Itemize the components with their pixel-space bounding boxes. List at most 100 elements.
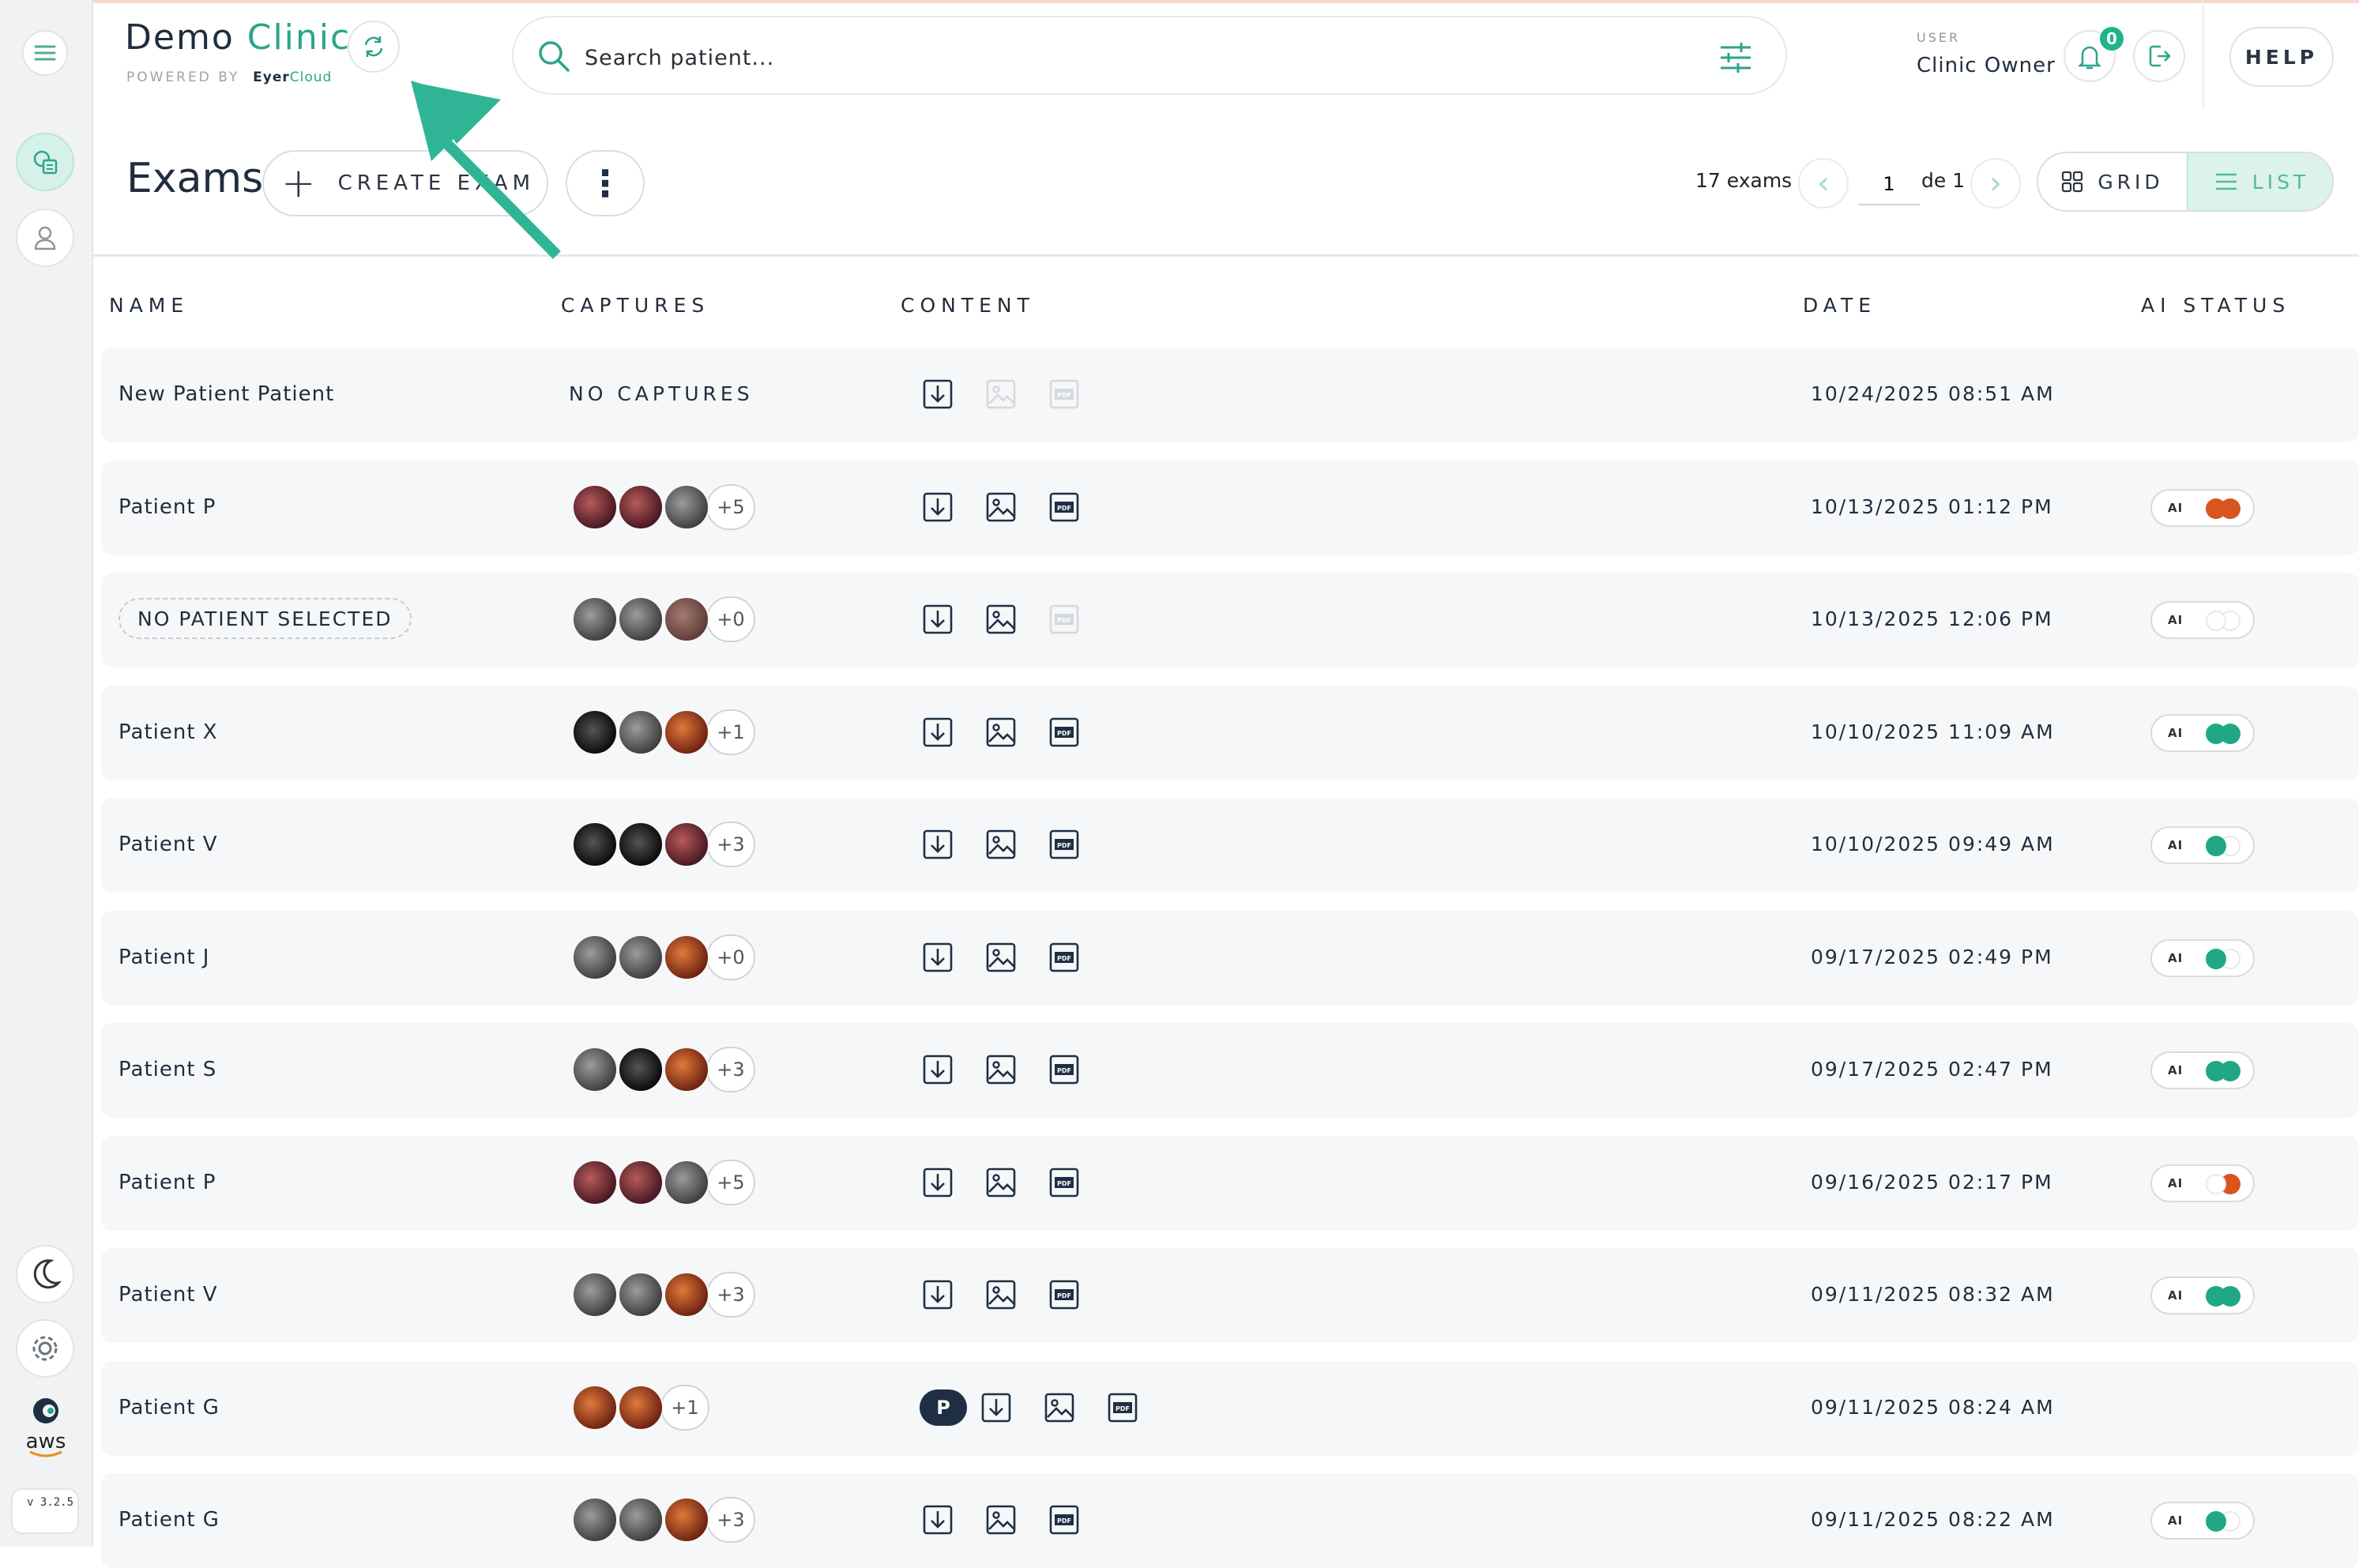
capture-thumbnail[interactable] — [572, 709, 618, 755]
create-exam-button[interactable]: + CREATE EXAM — [262, 150, 548, 216]
search-input[interactable] — [583, 39, 1613, 76]
capture-thumbnail[interactable] — [664, 484, 709, 530]
image-icon[interactable] — [983, 714, 1019, 750]
page-input[interactable] — [1858, 164, 1920, 205]
capture-thumbnail[interactable] — [618, 1385, 664, 1431]
pdf-icon[interactable]: PDF — [1104, 1389, 1141, 1426]
table-row[interactable]: New Patient Patient NO CAPTURES PDF 10/24/2… — [101, 348, 2359, 442]
image-icon[interactable] — [983, 601, 1019, 637]
capture-thumbnail[interactable] — [572, 484, 618, 530]
prev-page-button[interactable]: ‹ — [1798, 158, 1849, 209]
capture-thumbnail[interactable] — [664, 1497, 709, 1543]
captures-more-count[interactable]: +3 — [706, 822, 755, 867]
ai-status-indicator[interactable]: AI — [2150, 939, 2255, 977]
capture-thumbnail[interactable] — [572, 1272, 618, 1318]
ai-status-indicator[interactable]: AI — [2150, 1502, 2255, 1540]
ai-status-indicator[interactable]: AI — [2150, 826, 2255, 864]
captures-more-count[interactable]: +3 — [706, 1272, 755, 1318]
image-icon[interactable] — [983, 826, 1019, 863]
more-options-button[interactable]: ⋮ — [566, 150, 645, 216]
captures-more-count[interactable]: +0 — [706, 596, 755, 642]
download-icon[interactable] — [920, 1051, 956, 1088]
capture-thumbnail[interactable] — [618, 1160, 664, 1205]
pdf-icon[interactable]: PDF — [1046, 1277, 1082, 1313]
capture-thumbnail[interactable] — [618, 1497, 664, 1543]
pdf-icon[interactable]: PDF — [1046, 714, 1082, 750]
capture-thumbnail[interactable] — [664, 596, 709, 642]
capture-thumbnail[interactable] — [572, 1497, 618, 1543]
column-header-date[interactable]: DATE — [1803, 294, 1876, 317]
column-header-ai-status[interactable]: AI STATUS — [2141, 294, 2290, 317]
capture-thumbnail[interactable] — [572, 1385, 618, 1431]
table-row[interactable]: Patient J +0 PDF 09/17/2025 02:49 PM AI — [101, 911, 2359, 1006]
pdf-icon[interactable]: PDF — [1046, 939, 1082, 976]
capture-thumbnail[interactable] — [664, 1272, 709, 1318]
image-icon[interactable] — [1041, 1389, 1078, 1426]
capture-thumbnail[interactable] — [572, 1160, 618, 1205]
sidebar-item-patients[interactable] — [16, 209, 74, 267]
download-icon[interactable] — [920, 826, 956, 863]
filter-icon[interactable] — [1718, 39, 1754, 76]
download-icon[interactable] — [920, 1164, 956, 1201]
patient-badge[interactable]: P — [920, 1389, 967, 1426]
table-row[interactable]: Patient X +1 PDF 10/10/2025 11:09 AM AI — [101, 686, 2359, 780]
capture-thumbnail[interactable] — [618, 709, 664, 755]
table-row[interactable]: NO PATIENT SELECTED +0 PDF 10/13/2025 12:06… — [101, 573, 2359, 667]
table-row[interactable]: Patient V +3 PDF 10/10/2025 09:49 AM AI — [101, 798, 2359, 893]
captures-more-count[interactable]: +5 — [706, 1160, 755, 1205]
ai-status-indicator[interactable]: AI — [2150, 1164, 2255, 1202]
logout-button[interactable] — [2133, 30, 2185, 82]
capture-thumbnail[interactable] — [618, 1272, 664, 1318]
capture-thumbnail[interactable] — [664, 934, 709, 980]
image-icon[interactable] — [983, 1277, 1019, 1313]
image-icon[interactable] — [983, 1164, 1019, 1201]
ai-status-indicator[interactable]: AI — [2150, 601, 2255, 639]
capture-thumbnail[interactable] — [618, 934, 664, 980]
table-row[interactable]: Patient S +3 PDF 09/17/2025 02:47 PM AI — [101, 1023, 2359, 1118]
capture-thumbnail[interactable] — [664, 1047, 709, 1092]
download-icon[interactable] — [920, 376, 956, 412]
table-row[interactable]: Patient P +5 PDF 10/13/2025 01:12 PM AI — [101, 461, 2359, 555]
dark-mode-toggle[interactable] — [16, 1245, 74, 1303]
captures-more-count[interactable]: +1 — [660, 1385, 709, 1431]
capture-thumbnail[interactable] — [572, 1047, 618, 1092]
image-icon[interactable] — [983, 1502, 1019, 1538]
download-icon[interactable] — [920, 1502, 956, 1538]
sidebar-item-exams[interactable] — [16, 133, 74, 191]
capture-thumbnail[interactable] — [572, 822, 618, 867]
list-view-button[interactable]: LIST — [2187, 153, 2332, 210]
ai-status-indicator[interactable]: AI — [2150, 1051, 2255, 1089]
capture-thumbnail[interactable] — [618, 484, 664, 530]
next-page-button[interactable]: › — [1970, 158, 2021, 209]
download-icon[interactable] — [920, 601, 956, 637]
capture-thumbnail[interactable] — [618, 1047, 664, 1092]
capture-thumbnail[interactable] — [664, 709, 709, 755]
ai-status-indicator[interactable]: AI — [2150, 489, 2255, 527]
pdf-icon[interactable]: PDF — [1046, 1164, 1082, 1201]
capture-thumbnail[interactable] — [618, 596, 664, 642]
table-row[interactable]: Patient V +3 PDF 09/11/2025 08:32 AM AI — [101, 1248, 2359, 1343]
capture-thumbnail[interactable] — [664, 822, 709, 867]
capture-thumbnail[interactable] — [618, 822, 664, 867]
pdf-icon[interactable]: PDF — [1046, 489, 1082, 525]
capture-thumbnail[interactable] — [572, 934, 618, 980]
capture-thumbnail[interactable] — [572, 596, 618, 642]
captures-more-count[interactable]: +0 — [706, 934, 755, 980]
image-icon[interactable] — [983, 489, 1019, 525]
pdf-icon[interactable]: PDF — [1046, 1051, 1082, 1088]
no-patient-selected-chip[interactable]: NO PATIENT SELECTED — [119, 598, 412, 639]
ai-status-indicator[interactable]: AI — [2150, 714, 2255, 752]
download-icon[interactable] — [920, 489, 956, 525]
captures-more-count[interactable]: +3 — [706, 1047, 755, 1092]
download-icon[interactable] — [920, 1277, 956, 1313]
refresh-button[interactable] — [348, 21, 400, 73]
table-row[interactable]: Patient P +5 PDF 09/16/2025 02:17 PM AI — [101, 1136, 2359, 1231]
settings-button[interactable] — [16, 1319, 74, 1378]
image-icon[interactable] — [983, 1051, 1019, 1088]
download-icon[interactable] — [920, 939, 956, 976]
grid-view-button[interactable]: GRID — [2038, 153, 2187, 210]
column-header-content[interactable]: CONTENT — [901, 294, 1035, 317]
captures-more-count[interactable]: +1 — [706, 709, 755, 755]
help-button[interactable]: HELP — [2229, 27, 2334, 87]
captures-more-count[interactable]: +5 — [706, 484, 755, 530]
